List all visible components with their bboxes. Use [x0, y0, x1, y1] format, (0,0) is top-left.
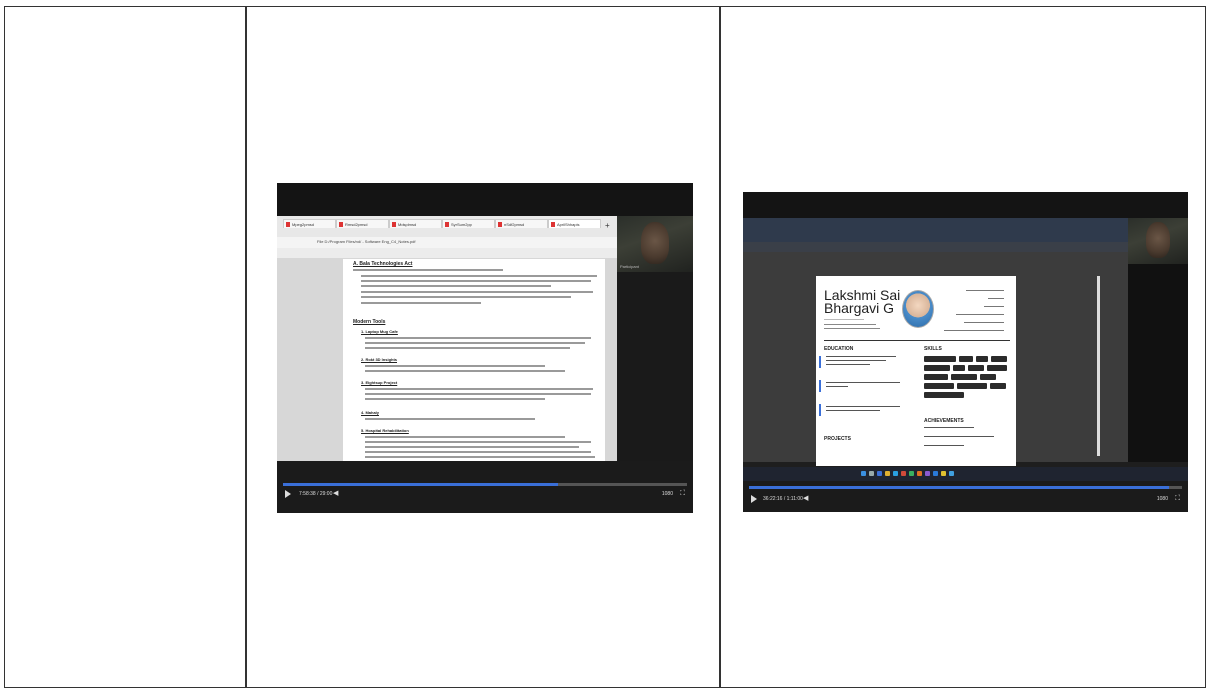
browser-tab[interactable]: Mpeg2pmsd [283, 219, 336, 228]
play-icon[interactable] [751, 495, 757, 503]
start-icon[interactable] [861, 471, 866, 476]
taskbar-app-icon[interactable] [925, 471, 930, 476]
taskbar-app-icon[interactable] [885, 471, 890, 476]
browser-tabstrip: Mpeg2pmsd Rmsd2pmsd Mdsplmsd SyrSum2pp n… [277, 216, 617, 237]
participant-panel [1128, 264, 1188, 462]
volume-icon[interactable]: ◀ [333, 489, 338, 498]
taskbar-app-icon[interactable] [877, 471, 882, 476]
tab-label: AprilShhapis [557, 222, 580, 227]
doc-heading: A. Bala Technologies Act [353, 261, 413, 267]
doc-heading: Modern Tools [353, 319, 386, 325]
volume-icon[interactable]: ◀ [803, 494, 808, 503]
webcam-feed: Participant [617, 216, 693, 272]
column-divider-1 [245, 6, 247, 688]
participant-panel [617, 272, 693, 461]
browser-toolbar [743, 218, 1128, 242]
scrollbar[interactable] [1097, 276, 1100, 456]
projects-heading: PROJECTS [824, 436, 851, 442]
pdf-page: A. Bala Technologies Act Modern Tools 1.… [343, 259, 605, 464]
participant-face [641, 222, 669, 264]
quality-label[interactable]: 1080 [1157, 495, 1168, 504]
achievements-heading: ACHIEVEMENTS [924, 418, 964, 424]
browser-tab[interactable]: nSdf2pmsd [495, 219, 548, 228]
resume-last-name: Bhargavi G [824, 300, 895, 316]
fullscreen-icon[interactable]: ⛶ [1175, 494, 1180, 503]
education-heading: EDUCATION [824, 346, 854, 352]
taskbar-app-icon[interactable] [917, 471, 922, 476]
profile-photo [902, 290, 934, 328]
doc-heading: 1. Laptop Mug Cafe [361, 329, 398, 334]
webcam-feed [1128, 218, 1188, 264]
browser-tab[interactable]: Mdsplmsd [389, 219, 442, 228]
taskbar-app-icon[interactable] [909, 471, 914, 476]
pdf-icon [498, 222, 502, 227]
doc-heading: 4. Mahaly [361, 410, 380, 415]
pdf-icon [551, 222, 555, 227]
taskbar-app-icon[interactable] [893, 471, 898, 476]
player-header [277, 183, 693, 216]
tab-label: Mpeg2pmsd [292, 222, 315, 227]
player-controls: 36:22:16 / 1:11:00 ◀ 1080 ⛶ [743, 481, 1188, 512]
browser-address[interactable] [743, 242, 1128, 252]
search-icon[interactable] [869, 471, 874, 476]
taskbar-app-icon[interactable] [941, 471, 946, 476]
windows-taskbar [743, 467, 1188, 481]
elapsed-time: 36:22:16 / 1:11:00 [763, 496, 803, 502]
right-recording-player[interactable]: Lakshmi Sai Bhargavi G EDUCATION PROJECT… [743, 192, 1188, 512]
doc-heading: 3. Eightsup Project [361, 380, 398, 385]
new-tab-icon[interactable]: + [605, 221, 610, 230]
participant-face [1146, 222, 1170, 258]
tab-label: SyrSum2pp [451, 222, 472, 227]
seek-bar[interactable] [749, 486, 1182, 489]
doc-heading: 5. Hospital Rehabilitation [361, 428, 409, 433]
tab-label: Rmsd2pmsd [345, 222, 368, 227]
tab-label: Mdsplmsd [398, 222, 417, 227]
fullscreen-icon[interactable]: ⛶ [680, 489, 685, 498]
webcam-label: Participant [620, 264, 639, 269]
browser-tab[interactable]: Rmsd2pmsd [336, 219, 389, 228]
doc-heading: 2. Rokt 3D Insights [361, 357, 398, 362]
browser-tab-active[interactable]: AprilShhapis [548, 219, 601, 228]
seek-progress [749, 486, 1169, 489]
address-bar[interactable]: File D:/Program Files/nd/ - Software Eng… [277, 237, 617, 248]
pdf-icon [339, 222, 343, 227]
player-header [743, 192, 1188, 218]
pdf-icon [445, 222, 449, 227]
pdf-icon [392, 222, 396, 227]
pdf-icon [286, 222, 290, 227]
column-divider-2 [719, 6, 721, 688]
seek-bar[interactable] [283, 483, 687, 486]
play-icon[interactable] [285, 490, 291, 498]
taskbar-app-icon[interactable] [949, 471, 954, 476]
quality-label[interactable]: 1080 [662, 490, 673, 499]
player-controls: 7:58:38 / 29:00 ◀ 1080 ⛶ [277, 461, 693, 513]
skills-heading: SKILLS [924, 346, 942, 352]
resume-page: Lakshmi Sai Bhargavi G EDUCATION PROJECT… [816, 276, 1016, 466]
browser-tab[interactable]: SyrSum2pp [442, 219, 495, 228]
taskbar-app-icon[interactable] [933, 471, 938, 476]
tab-label: nSdf2pmsd [504, 222, 525, 227]
seek-progress [283, 483, 558, 486]
resume-divider [824, 340, 1010, 341]
left-recording-player[interactable]: Mpeg2pmsd Rmsd2pmsd Mdsplmsd SyrSum2pp n… [277, 183, 693, 513]
address-text: File D:/Program Files/nd/ - Software Eng… [317, 239, 416, 244]
taskbar-app-icon[interactable] [901, 471, 906, 476]
elapsed-time: 7:58:38 / 29:00 [299, 491, 333, 497]
